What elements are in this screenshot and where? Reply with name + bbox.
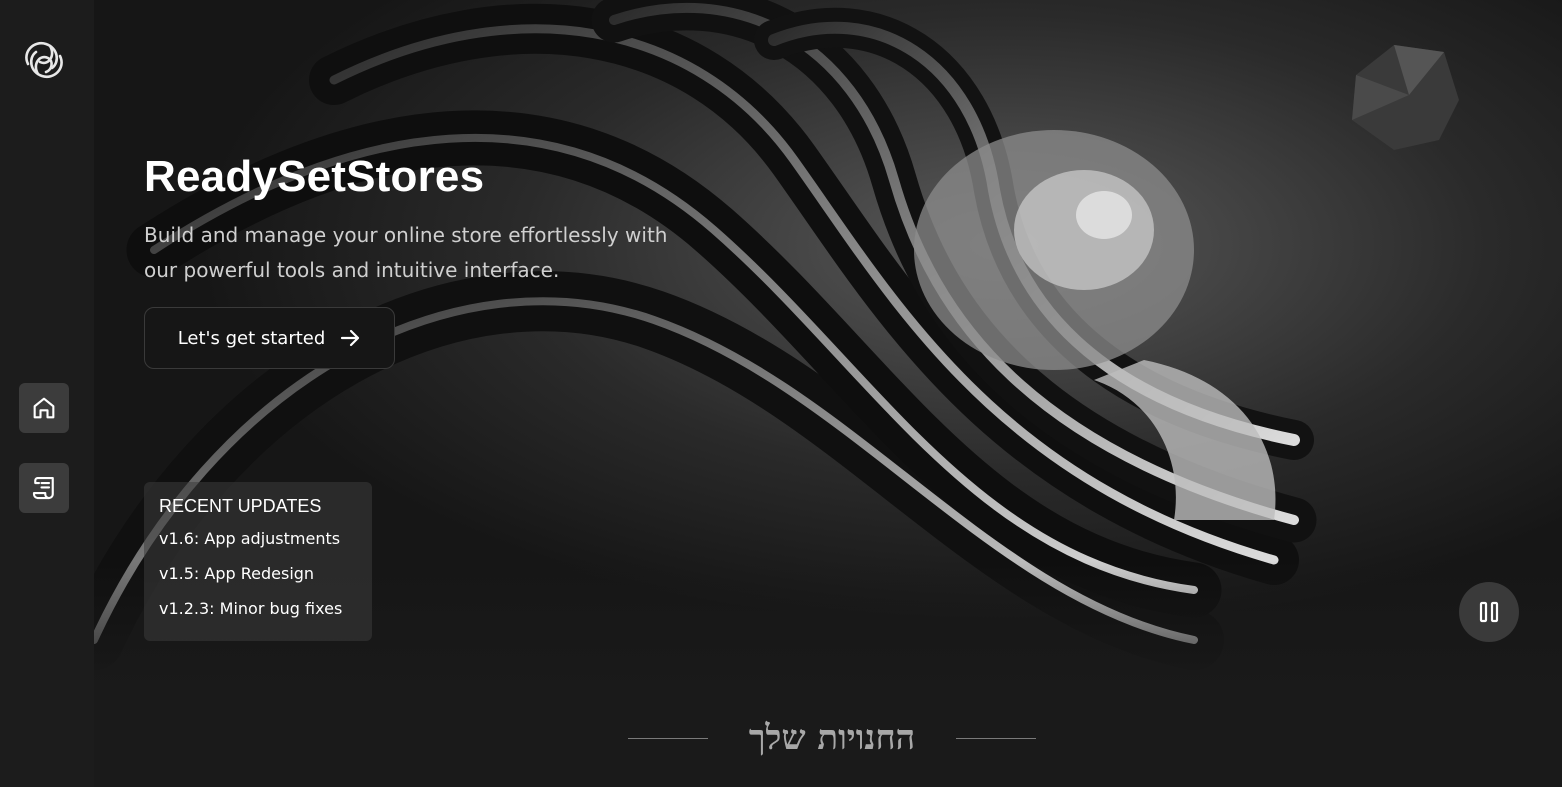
swirl-logo-icon[interactable] bbox=[18, 34, 70, 86]
hero-subtitle: Build and manage your online store effor… bbox=[144, 223, 668, 282]
update-item[interactable]: v1.5: App Redesign bbox=[159, 561, 357, 596]
divider-line bbox=[628, 737, 708, 739]
recent-updates-panel: RECENT UPDATES v1.6: App adjustments v1.… bbox=[144, 482, 372, 641]
pause-icon bbox=[1479, 601, 1499, 623]
scroll-icon bbox=[32, 476, 54, 500]
pause-button[interactable] bbox=[1459, 582, 1519, 642]
sidebar bbox=[0, 0, 94, 787]
divider-line bbox=[956, 737, 1036, 739]
get-started-label: Let's get started bbox=[177, 327, 326, 349]
stores-heading-text: החנויות שלך bbox=[748, 718, 916, 758]
recent-updates-heading: RECENT UPDATES bbox=[159, 496, 322, 516]
get-started-button[interactable]: Let's get started bbox=[144, 307, 395, 369]
nav-updates-button[interactable] bbox=[19, 463, 69, 513]
nav-home-button[interactable] bbox=[19, 383, 69, 433]
update-item[interactable]: v1.2.3: Minor bug fixes bbox=[159, 596, 357, 631]
stores-section-heading: החנויות שלך bbox=[628, 710, 1036, 766]
home-icon bbox=[33, 397, 55, 419]
update-item[interactable]: v1.6: App adjustments bbox=[159, 526, 357, 561]
arrow-right-icon bbox=[341, 329, 360, 347]
page-title: ReadySetStores bbox=[144, 152, 485, 201]
hero-section bbox=[94, 0, 1562, 787]
